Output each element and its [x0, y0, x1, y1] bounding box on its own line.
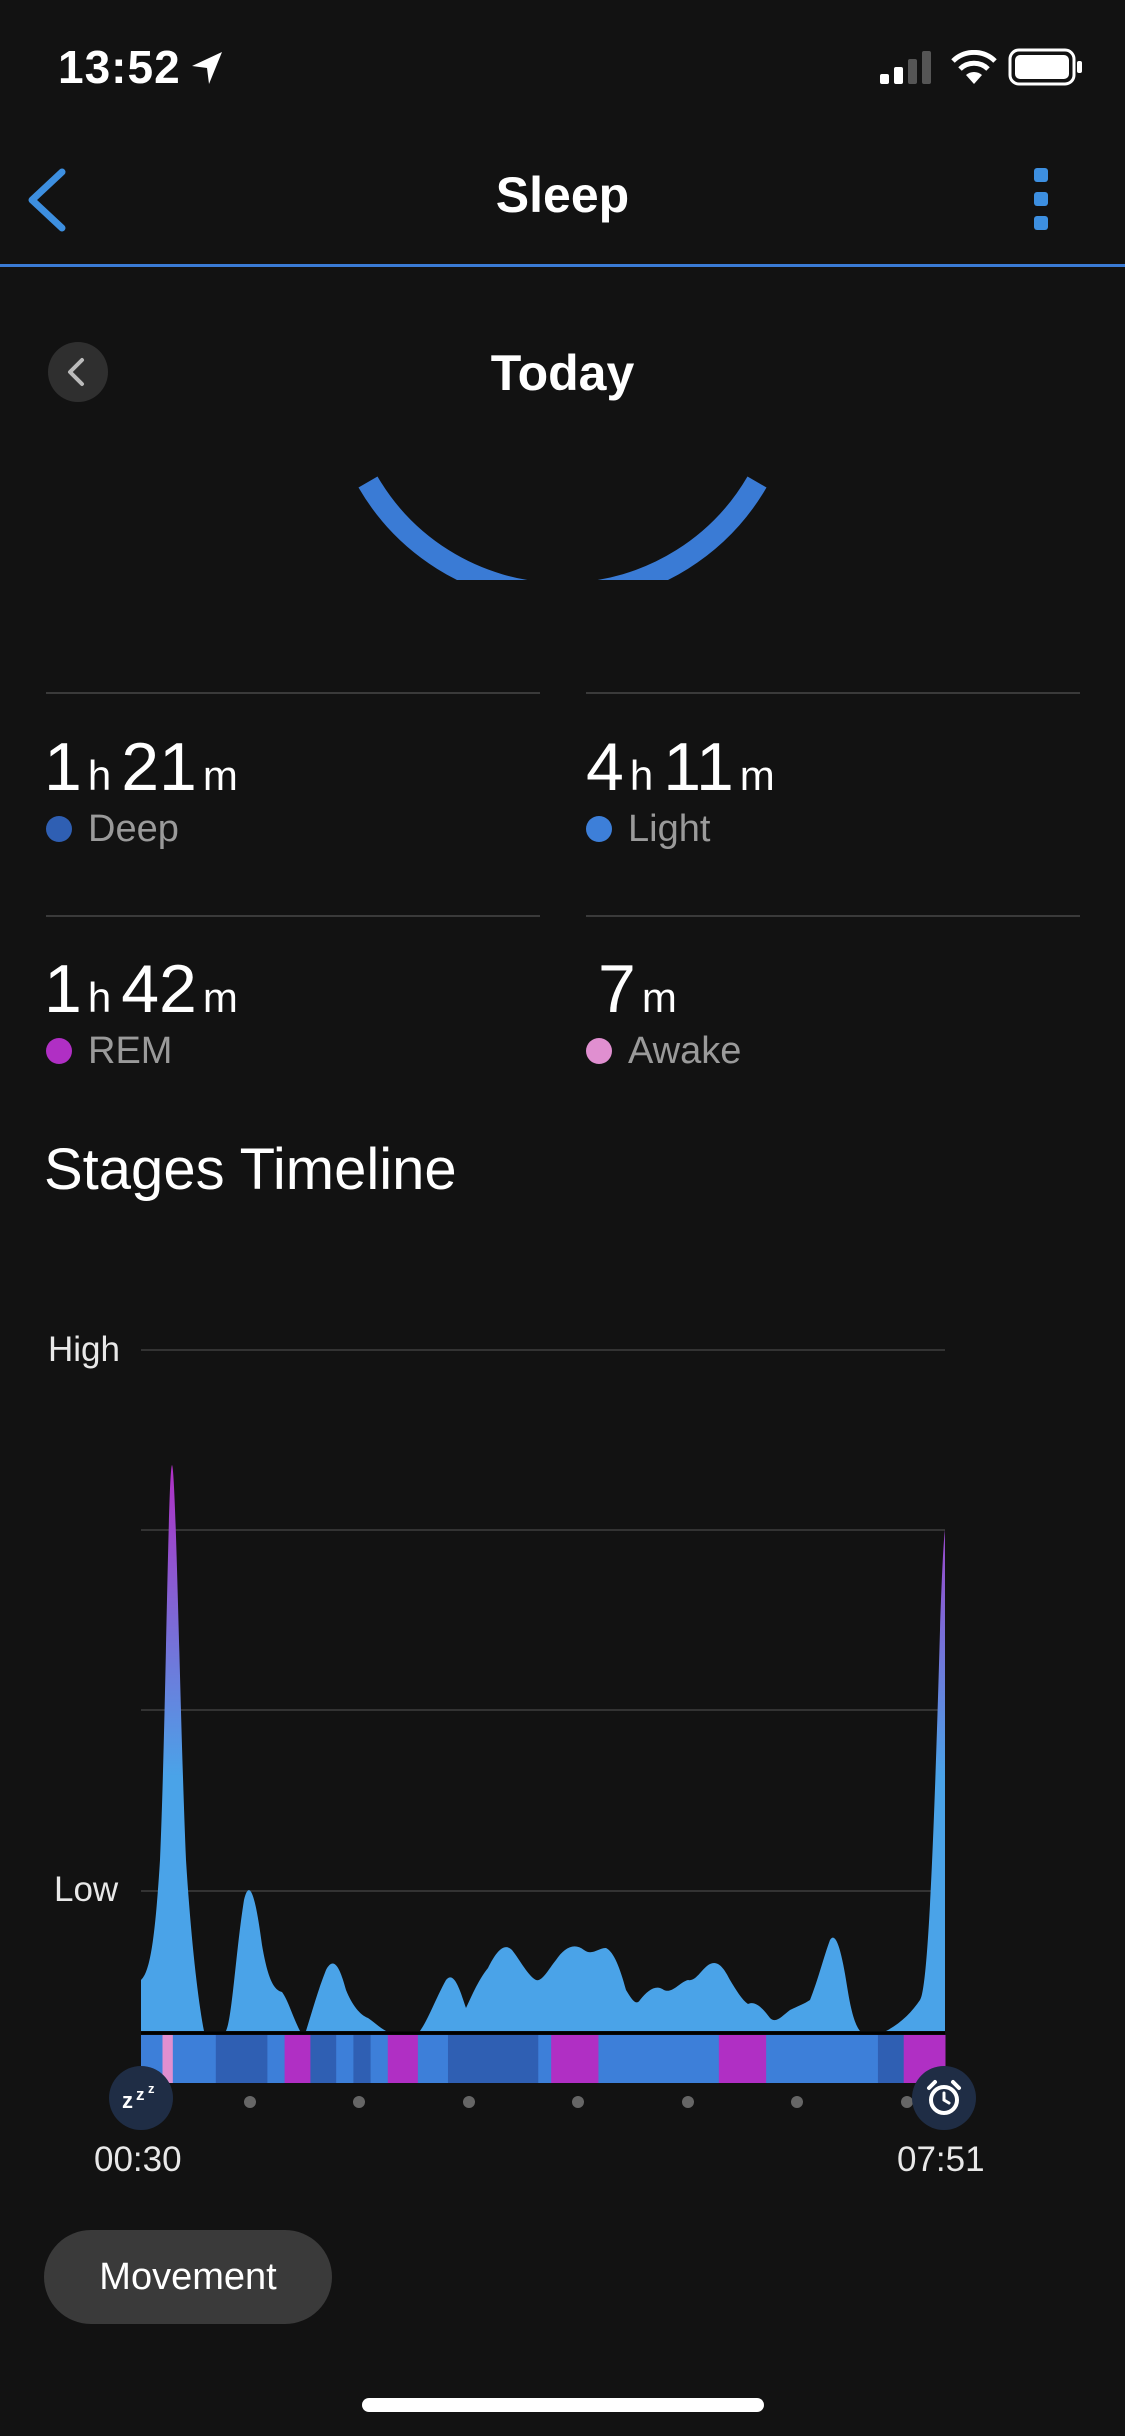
deep-label: Deep — [88, 808, 179, 850]
stage-segment-rem — [284, 2035, 311, 2083]
time-dot — [791, 2096, 803, 2108]
stage-segment-deep — [310, 2035, 337, 2083]
stage-segment-light — [336, 2035, 354, 2083]
divider — [586, 692, 1080, 694]
stages-timeline-chart — [134, 1349, 946, 2108]
stages-timeline-title: Stages Timeline — [44, 1137, 457, 1202]
divider — [586, 915, 1080, 917]
time-dot — [244, 2096, 256, 2108]
sleep-start-icon: z z z — [109, 2066, 173, 2130]
page-title: Sleep — [495, 167, 630, 223]
day-title: Today — [490, 345, 635, 401]
stage-segment-light — [370, 2035, 389, 2083]
movement-area — [141, 1465, 945, 2031]
time-dot — [353, 2096, 365, 2108]
awake-legend-dot — [586, 1038, 612, 1064]
stage-segment-light — [417, 2035, 449, 2083]
stage-segment-deep — [215, 2035, 268, 2083]
sleep-stage-bar — [141, 2035, 946, 2083]
cellular-signal-icon — [880, 51, 931, 84]
more-options-button[interactable] — [1020, 164, 1064, 234]
start-time-label: 00:30 — [94, 2140, 182, 2179]
time-dot — [682, 2096, 694, 2108]
stage-segment-deep — [447, 2035, 539, 2083]
divider — [46, 915, 540, 917]
end-time-label: 07:51 — [897, 2140, 985, 2179]
status-time: 13:52 — [58, 41, 181, 93]
divider — [46, 692, 540, 694]
battery-icon — [1008, 48, 1082, 86]
light-sleep-duration: 4 h 11 m — [586, 729, 775, 805]
stage-segment-light — [267, 2035, 286, 2083]
time-dot — [463, 2096, 475, 2108]
light-label: Light — [628, 808, 711, 850]
light-legend-dot — [586, 816, 612, 842]
stage-segment-light — [766, 2035, 879, 2083]
wake-alarm-icon — [912, 2066, 976, 2130]
stage-segment-light — [172, 2035, 217, 2083]
home-indicator[interactable] — [362, 2398, 764, 2412]
movement-button[interactable]: Movement — [44, 2230, 332, 2324]
deep-legend-dot — [46, 816, 72, 842]
awake-label: Awake — [628, 1030, 742, 1072]
stage-segment-light — [598, 2035, 720, 2083]
rem-legend-dot — [46, 1038, 72, 1064]
stage-segment-deep — [877, 2035, 905, 2083]
svg-text:z: z — [136, 2085, 145, 2104]
stage-segment-deep — [353, 2035, 372, 2083]
time-dot — [572, 2096, 584, 2108]
stage-segment-light — [538, 2035, 552, 2083]
stage-segment-rem — [718, 2035, 767, 2083]
deep-sleep-duration: 1 h 21 m — [44, 729, 238, 805]
svg-text:z: z — [122, 2088, 133, 2113]
svg-text:z: z — [148, 2081, 155, 2096]
sleep-score-gauge — [358, 476, 767, 580]
header-divider — [0, 264, 1125, 267]
stage-segment-rem — [387, 2035, 419, 2083]
location-arrow-icon — [192, 52, 222, 84]
stage-segment-rem — [551, 2035, 599, 2083]
rem-label: REM — [88, 1030, 173, 1072]
awake-duration: 7m — [598, 951, 677, 1027]
wifi-icon — [951, 50, 997, 84]
rem-sleep-duration: 1 h 42 m — [44, 951, 238, 1027]
